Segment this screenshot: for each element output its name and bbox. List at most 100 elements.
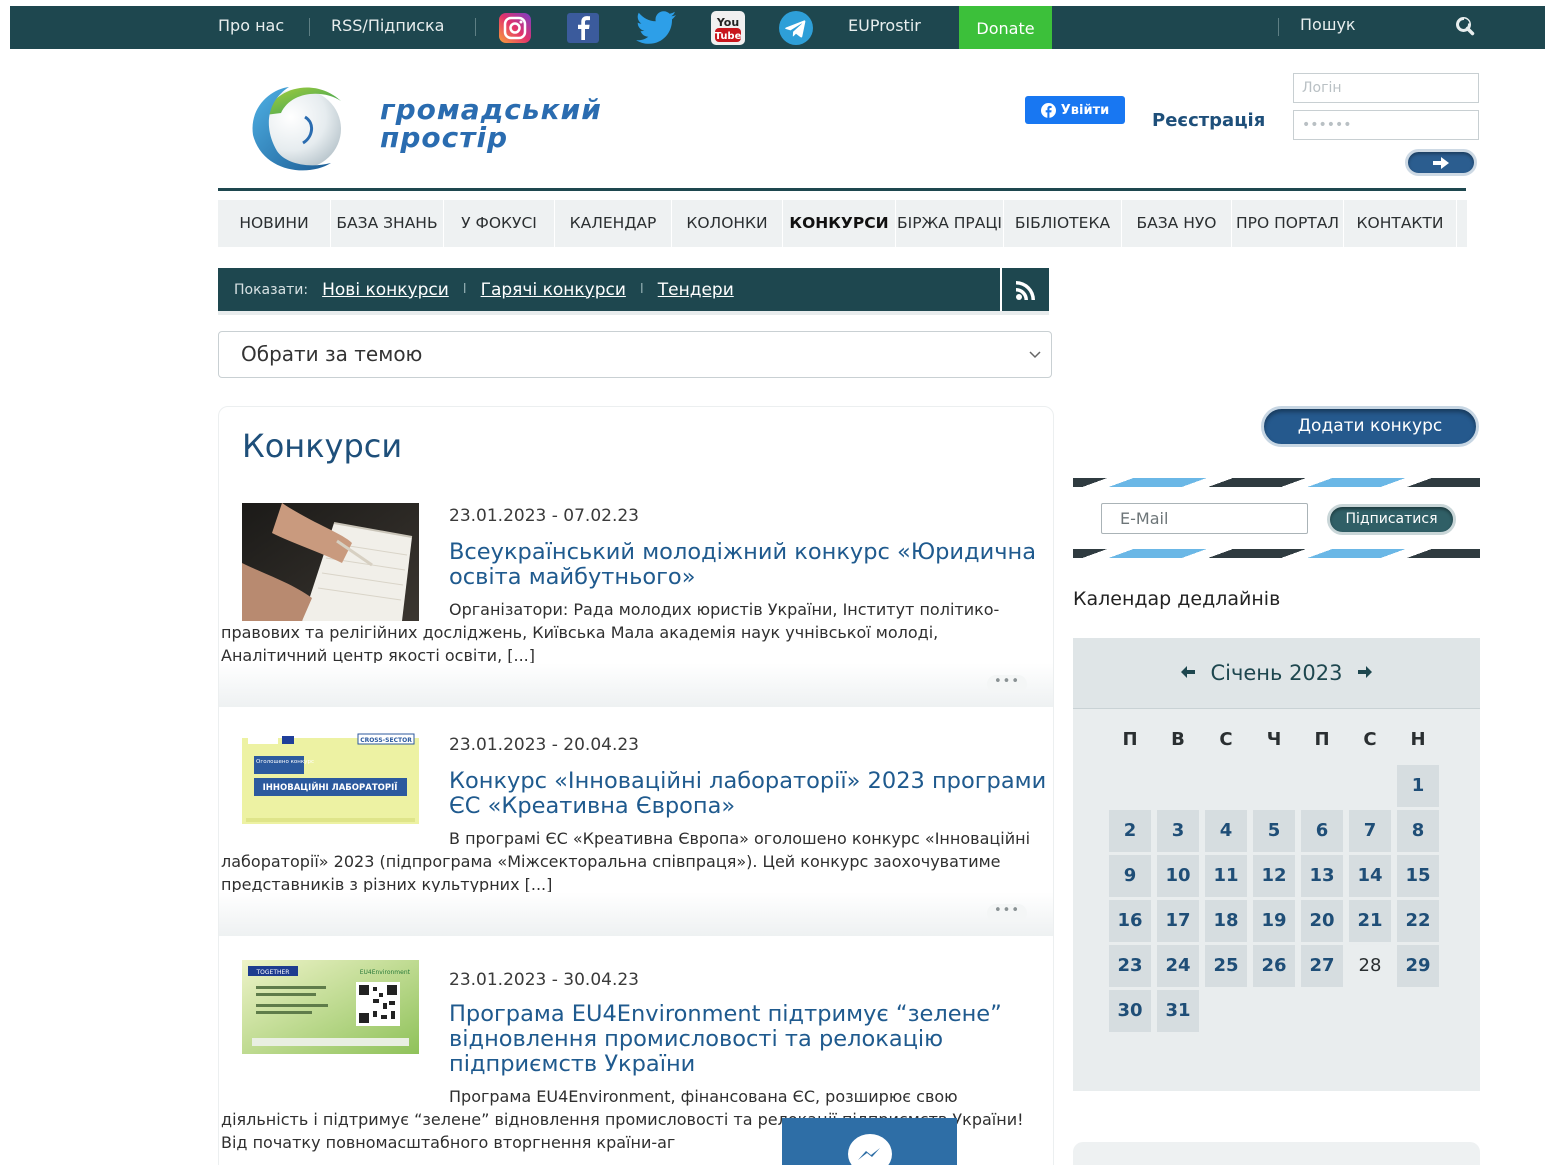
nav-knowledge-base[interactable]: БАЗА ЗНАНЬ — [331, 200, 444, 247]
youtube-icon[interactable]: You Tube — [710, 10, 746, 46]
nav-in-focus[interactable]: У ФОКУСІ — [444, 200, 555, 247]
calendar-day[interactable]: 31 — [1157, 990, 1199, 1032]
facebook-login-button[interactable]: Увійти — [1025, 96, 1125, 124]
euprostir-link[interactable]: EUProstir — [848, 6, 921, 49]
nav-columns[interactable]: КОЛОНКИ — [672, 200, 783, 247]
nav-ngo-base[interactable]: БАЗА НУО — [1122, 200, 1232, 247]
filter-bar: Показати: Нові конкурси I Гарячі конкурс… — [218, 268, 1000, 311]
divider — [1278, 18, 1279, 36]
facebook-icon — [1040, 102, 1056, 118]
contest-thumbnail[interactable]: TOGETHER EU4Environment — [242, 960, 419, 1054]
facebook-icon[interactable] — [566, 12, 600, 44]
instagram-icon[interactable] — [498, 12, 532, 44]
calendar-day[interactable]: 24 — [1157, 945, 1199, 987]
filter-hot-contests-link[interactable]: Гарячі конкурси — [481, 280, 626, 300]
svg-text:You: You — [716, 16, 739, 29]
topic-select[interactable]: Обрати за темою — [218, 331, 1052, 378]
facebook-login-label: Увійти — [1060, 102, 1110, 118]
sidebar-widget — [1073, 1142, 1480, 1165]
calendar-day[interactable]: 11 — [1205, 855, 1247, 897]
calendar-day[interactable]: 22 — [1397, 900, 1439, 942]
more-button[interactable]: ••• — [987, 675, 1027, 693]
top-bar: Про нас RSS/Підписка You Tube EUProstir D… — [10, 6, 1545, 49]
calendar-day[interactable]: 9 — [1109, 855, 1151, 897]
login-submit-button[interactable] — [1405, 149, 1477, 176]
calendar-day[interactable]: 2 — [1109, 810, 1151, 852]
calendar-day[interactable]: 6 — [1301, 810, 1343, 852]
telegram-icon[interactable] — [778, 10, 814, 46]
calendar-day[interactable]: 23 — [1109, 945, 1151, 987]
calendar-day[interactable]: 8 — [1397, 810, 1439, 852]
show-label: Показати: — [234, 281, 309, 298]
about-link[interactable]: Про нас — [218, 6, 284, 49]
nav-about-portal[interactable]: ПРО ПОРТАЛ — [1232, 200, 1344, 247]
search-icon[interactable] — [1454, 16, 1476, 36]
calendar-day[interactable]: 28 — [1349, 945, 1391, 987]
messenger-icon — [847, 1134, 892, 1165]
contest-title-link[interactable]: Всеукраїнський молодіжний конкурс «Юриди… — [449, 540, 1049, 590]
logo-emblem[interactable] — [245, 77, 349, 177]
rss-subscription-link[interactable]: RSS/Підписка — [331, 6, 444, 49]
svg-text:Tube: Tube — [715, 31, 742, 42]
calendar-day[interactable]: 13 — [1301, 855, 1343, 897]
header-divider — [218, 188, 1466, 191]
nav-job-exchange[interactable]: БІРЖА ПРАЦІ — [896, 200, 1004, 247]
register-link[interactable]: Реєстрація — [1152, 110, 1265, 131]
calendar-day[interactable]: 25 — [1205, 945, 1247, 987]
calendar-day[interactable]: 5 — [1253, 810, 1295, 852]
divider: I — [639, 282, 644, 297]
contest-description: Організатори: Рада молодих юристів Украї… — [221, 600, 1000, 665]
rss-icon — [1015, 280, 1035, 300]
calendar-day[interactable]: 1 — [1397, 765, 1439, 807]
weekday-label: Н — [1410, 729, 1426, 750]
calendar-day[interactable]: 27 — [1301, 945, 1343, 987]
rss-button[interactable] — [1000, 268, 1049, 311]
divider: I — [462, 282, 467, 297]
filter-new-contests-link[interactable]: Нові конкурси — [322, 280, 449, 300]
nav-contacts[interactable]: КОНТАКТИ — [1344, 200, 1457, 247]
nav-contests[interactable]: КОНКУРСИ — [783, 200, 896, 247]
contest-title-link[interactable]: Конкурс «Інноваційні лабораторії» 2023 п… — [449, 769, 1049, 819]
nav-calendar[interactable]: КАЛЕНДАР — [555, 200, 672, 247]
search-label[interactable]: Пошук — [1300, 6, 1356, 44]
contest-title-link[interactable]: Програма EU4Environment підтримує “зелен… — [449, 1002, 1049, 1077]
calendar-day[interactable]: 3 — [1157, 810, 1199, 852]
add-contest-button[interactable]: Додати конкурс — [1261, 406, 1479, 447]
nav-news[interactable]: НОВИНИ — [218, 200, 331, 247]
calendar-day[interactable]: 17 — [1157, 900, 1199, 942]
filter-tenders-link[interactable]: Тендери — [658, 280, 734, 300]
calendar-day[interactable]: 19 — [1253, 900, 1295, 942]
next-month-icon[interactable] — [1357, 663, 1373, 684]
prev-month-icon[interactable] — [1180, 663, 1196, 684]
subscribe-button[interactable]: Підписатися — [1327, 504, 1456, 535]
logo-line-2: простір — [380, 121, 509, 154]
svg-text:CROSS-SECTOR: CROSS-SECTOR — [360, 737, 412, 744]
calendar-day[interactable]: 26 — [1253, 945, 1295, 987]
calendar-day[interactable]: 7 — [1349, 810, 1391, 852]
divider — [309, 18, 310, 36]
login-field[interactable] — [1293, 73, 1479, 103]
calendar-day[interactable]: 12 — [1253, 855, 1295, 897]
calendar-day[interactable]: 14 — [1349, 855, 1391, 897]
chevron-down-icon — [1029, 332, 1041, 378]
calendar-day[interactable]: 16 — [1109, 900, 1151, 942]
donate-button[interactable]: Donate — [959, 6, 1052, 49]
messenger-chat-button[interactable] — [782, 1118, 957, 1165]
calendar-day[interactable]: 30 — [1109, 990, 1151, 1032]
nav-library[interactable]: БІБЛІОТЕКА — [1004, 200, 1122, 247]
calendar-day[interactable]: 15 — [1397, 855, 1439, 897]
twitter-icon[interactable] — [634, 10, 678, 46]
logo-text[interactable]: громадський простір — [380, 96, 602, 152]
calendar-day[interactable]: 18 — [1205, 900, 1247, 942]
more-button[interactable]: ••• — [987, 904, 1027, 922]
contest-thumbnail[interactable]: CROSS-SECTOR Оголошено конкурс ІННОВАЦІЙ… — [242, 732, 419, 824]
password-field[interactable] — [1293, 110, 1479, 140]
calendar-day[interactable]: 21 — [1349, 900, 1391, 942]
calendar-day[interactable]: 10 — [1157, 855, 1199, 897]
calendar-day[interactable]: 29 — [1397, 945, 1439, 987]
page-title: Конкурси — [242, 427, 403, 465]
calendar-day[interactable]: 4 — [1205, 810, 1247, 852]
calendar-day[interactable]: 20 — [1301, 900, 1343, 942]
logo-line-1: громадський — [380, 93, 602, 126]
email-field[interactable] — [1101, 503, 1308, 534]
